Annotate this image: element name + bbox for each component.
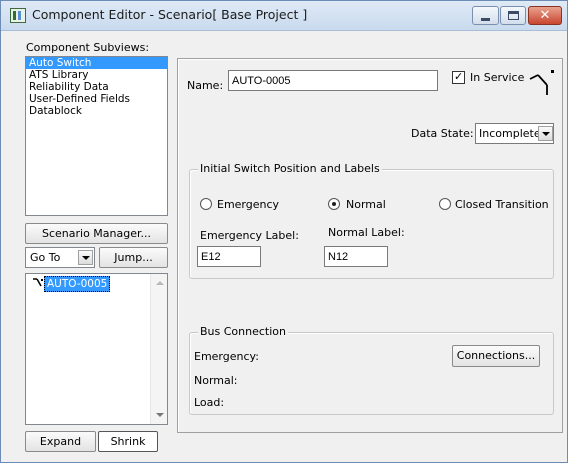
radio-emergency-label: Emergency <box>217 198 280 211</box>
goto-value: Go To <box>30 251 61 264</box>
scenario-manager-button[interactable]: Scenario Manager... <box>25 223 168 244</box>
chevron-down-icon <box>82 256 90 260</box>
jump-button[interactable]: Jump... <box>99 247 168 268</box>
switch-position-group-title: Initial Switch Position and Labels <box>198 162 382 175</box>
emergency-label-caption: Emergency Label: <box>200 229 299 242</box>
bus-connection-group-title: Bus Connection <box>198 325 288 338</box>
component-subviews-list[interactable]: Auto Switch ATS Library Reliability Data… <box>25 56 168 216</box>
scroll-down-icon[interactable] <box>156 413 164 417</box>
subview-item-reliability-data[interactable]: Reliability Data <box>26 81 167 93</box>
emergency-label-input[interactable] <box>197 246 261 267</box>
in-service-checkbox[interactable]: ✓ <box>452 70 465 84</box>
radio-closed-transition-label: Closed Transition <box>455 198 549 211</box>
bus-emergency-label: Emergency: <box>194 350 259 363</box>
normal-label-input[interactable] <box>324 246 388 267</box>
chevron-down-icon <box>542 132 550 136</box>
subview-item-ats-library[interactable]: ATS Library <box>26 69 167 81</box>
bus-load-label: Load: <box>194 396 225 409</box>
name-input[interactable] <box>228 70 438 91</box>
component-tree[interactable]: AUTO-0005 <box>25 273 168 425</box>
title-bar[interactable]: Component Editor - Scenario[ Base Projec… <box>1 1 567 31</box>
subview-item-auto-switch[interactable]: Auto Switch <box>26 57 167 69</box>
connections-button[interactable]: Connections... <box>452 345 540 367</box>
radio-normal[interactable] <box>328 198 340 210</box>
component-editor-window: Component Editor - Scenario[ Base Projec… <box>0 0 568 463</box>
goto-dropdown-button[interactable] <box>78 250 93 265</box>
subview-item-user-defined-fields[interactable]: User-Defined Fields <box>26 93 167 105</box>
bus-normal-label: Normal: <box>194 374 238 387</box>
data-state-select[interactable]: Incomplete <box>475 123 554 144</box>
radio-normal-label: Normal <box>346 198 386 211</box>
data-state-dropdown-button[interactable] <box>538 126 553 141</box>
radio-emergency[interactable] <box>200 198 212 210</box>
subview-item-datablock[interactable]: Datablock <box>26 105 167 117</box>
component-subviews-label: Component Subviews: <box>26 41 150 54</box>
expand-button[interactable]: Expand <box>25 431 96 452</box>
auto-switch-symbol-icon <box>529 70 554 95</box>
close-button[interactable]: ✕ <box>528 6 562 25</box>
data-state-value: Incomplete <box>479 127 541 140</box>
radio-closed-transition[interactable] <box>439 198 451 210</box>
radio-selected-dot-icon <box>332 202 336 206</box>
close-icon: ✕ <box>539 8 551 23</box>
maximize-icon <box>508 11 519 20</box>
in-service-label: In Service <box>470 71 525 84</box>
switch-icon <box>33 278 43 287</box>
minimize-button[interactable] <box>472 6 499 25</box>
maximize-button[interactable] <box>500 6 526 25</box>
normal-label-caption: Normal Label: <box>328 226 405 239</box>
data-state-label: Data State: <box>411 127 474 140</box>
name-label: Name: <box>187 79 224 92</box>
shrink-button[interactable]: Shrink <box>98 431 158 452</box>
scroll-up-icon[interactable] <box>156 281 164 285</box>
minimize-icon <box>481 18 490 21</box>
window-title: Component Editor - Scenario[ Base Projec… <box>32 7 308 22</box>
tree-item-label: AUTO-0005 <box>44 276 111 292</box>
goto-select[interactable]: Go To <box>25 247 95 268</box>
app-icon <box>10 8 26 23</box>
tree-scrollbar[interactable] <box>150 274 167 424</box>
checkmark-icon: ✓ <box>454 70 464 83</box>
